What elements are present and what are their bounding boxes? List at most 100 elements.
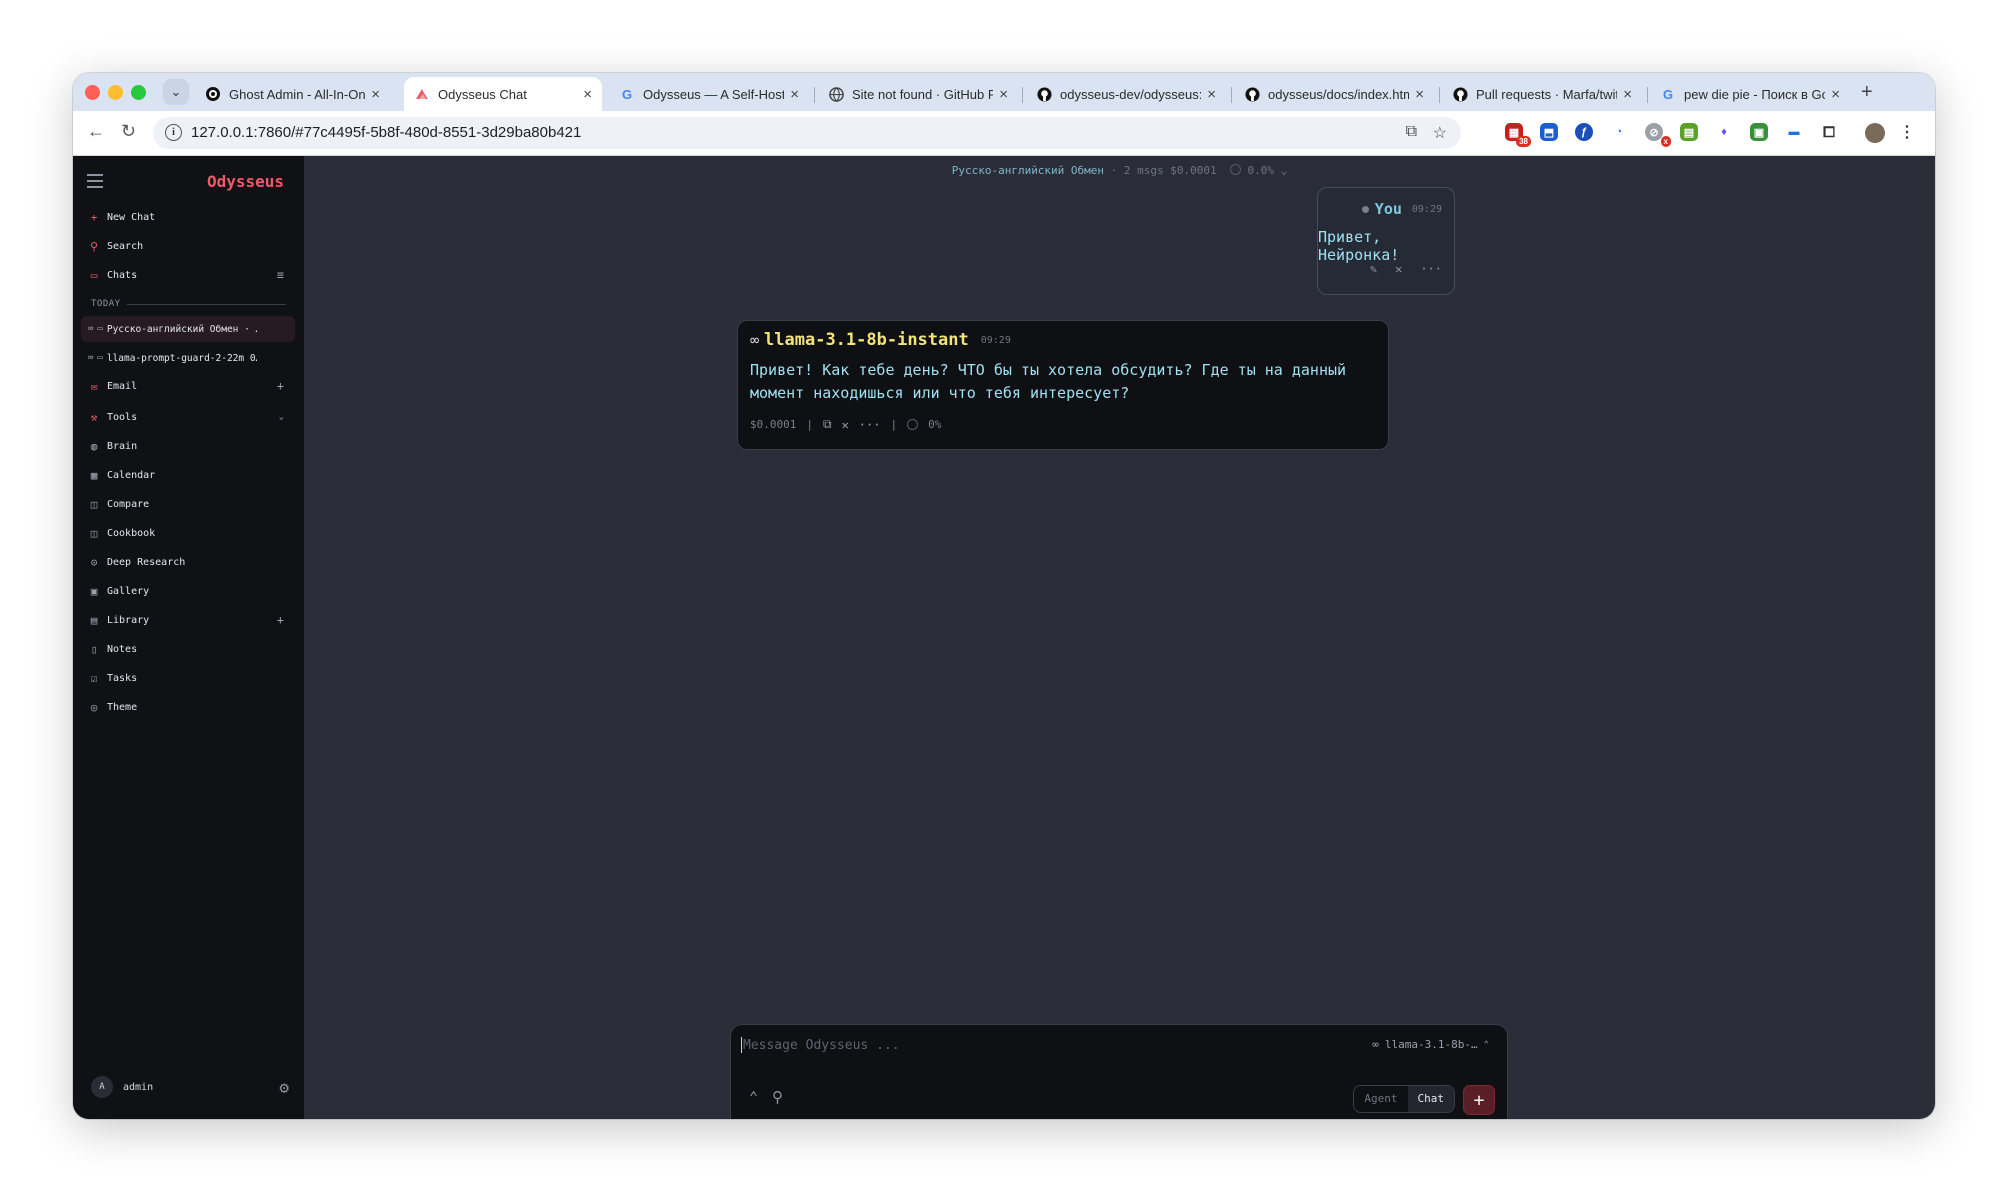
minimize-window-button[interactable] [108,85,123,100]
delete-x-icon[interactable]: ✕ [1395,262,1402,276]
extensions-puzzle-icon[interactable]: ⧠ [1820,123,1838,141]
close-icon[interactable]: × [371,86,380,103]
maximize-window-button[interactable] [131,85,146,100]
eye-extension-icon[interactable]: ◔ [1610,123,1628,141]
mode-agent-button[interactable]: Agent [1354,1086,1407,1112]
tool-item-gallery[interactable]: ▣ Gallery [88,580,290,602]
tool-item-cookbook[interactable]: ◫ Cookbook [88,522,290,544]
close-icon[interactable]: × [1207,86,1216,103]
search-icon: ⚲ [89,239,99,253]
kebab-menu-icon[interactable]: ⋮ [1898,123,1916,141]
chats-button[interactable]: ▭ Chats ≡ [88,264,290,286]
tab-github-pull-requests[interactable]: Pull requests · Marfa/twit × [1442,77,1642,111]
tool-item-compare[interactable]: ◫ Compare [88,493,290,515]
delete-x-icon[interactable]: ✕ [842,418,849,432]
google-icon: G [621,86,633,102]
message-input[interactable] [741,1033,1305,1057]
new-chat-button[interactable]: + New Chat [88,206,290,228]
tool-item-theme[interactable]: ◎ Theme [88,696,290,718]
divider: | [806,418,813,431]
blocked-extension-icon[interactable]: ⊘ x [1645,123,1671,147]
username: admin [123,1081,154,1093]
bookmark-star-icon[interactable]: ☆ [1433,123,1447,143]
profile-avatar-icon[interactable] [1865,123,1885,143]
chat-title[interactable]: Русско-английский Обмен [952,164,1104,177]
browser-window: ⌄ Ghost Admin - All-In-One × Odysseus Ch… [73,73,1935,1119]
tab-strip: ⌄ Ghost Admin - All-In-One × Odysseus Ch… [73,73,1935,111]
tab-separator [1647,87,1648,103]
tab-odysseus-chat[interactable]: Odysseus Chat × [404,77,602,111]
crystal-extension-icon[interactable]: ♦ [1715,123,1733,141]
chevron-down-icon[interactable]: ⌄ [1281,164,1288,177]
close-icon[interactable]: × [790,86,799,103]
close-icon[interactable]: × [1831,86,1840,103]
tool-item-library[interactable]: ▤ Library + [88,609,290,631]
new-tab-plus-icon[interactable]: + [1861,81,1873,104]
gear-icon[interactable]: ⚙ [279,1078,289,1097]
infinity-icon: ∞ [88,324,94,334]
add-email-plus-icon[interactable]: + [277,379,284,393]
edit-pencil-icon[interactable]: ✎ [1370,262,1377,276]
app-logo: Odysseus [206,172,284,191]
tab-search-chevron-icon[interactable]: ⌄ [163,79,189,105]
compare-icon: ◫ [90,497,98,511]
close-icon[interactable]: × [583,86,592,103]
context-percent: 0.0% [1247,164,1275,177]
tool-item-tasks[interactable]: ☑ Tasks [88,667,290,689]
tab-github-docs[interactable]: odysseus/docs/index.htm × [1234,77,1434,111]
email-button[interactable]: ✉ Email + [88,375,290,397]
chat-header: Русско-английский Обмен · 2 msgs $0.0001… [304,164,1935,177]
password-extension-icon[interactable]: ƒ [1575,123,1593,141]
more-dots-icon[interactable]: ··· [1420,262,1442,276]
model-selector[interactable]: ∞ llama-3.1-8b-… ⌃ [1372,1038,1489,1051]
tool-item-notes[interactable]: ▯ Notes [88,638,290,660]
reload-icon[interactable]: ↻ [121,121,136,142]
copy-icon[interactable]: ⧉ [823,417,832,432]
chat-list-item[interactable]: ∞ ▭ llama-prompt-guard-2-22m 0… [81,345,295,371]
tab-github-odysseus-dev[interactable]: odysseus-dev/odysseus: × [1026,77,1226,111]
search-button[interactable]: ⚲ Search [88,235,290,257]
url-text[interactable]: 127.0.0.1:7860/#77c4495f-5b8f-480d-8551-… [191,124,581,141]
chevron-down-icon[interactable]: ⌄ [279,412,284,422]
hamburger-menu-icon[interactable] [87,174,103,192]
close-icon[interactable]: × [1623,86,1632,103]
brain-icon: ◍ [90,439,98,453]
close-window-button[interactable] [85,85,100,100]
tab-google-search[interactable]: G pew die pie - Поиск в Go × [1650,77,1850,111]
chats-label: Chats [107,269,138,281]
tab-site-not-found[interactable]: Site not found · GitHub P × [818,77,1018,111]
tab-odysseus-google[interactable]: G Odysseus — A Self-Hoste × [609,77,809,111]
calendar-extension-icon[interactable]: ▦ 38 [1505,123,1531,147]
chat-title: llama-prompt-guard-2-22m 0… [106,352,257,364]
install-app-icon[interactable]: ⧉ [1406,123,1417,141]
close-icon[interactable]: × [999,86,1008,103]
chevron-up-icon[interactable]: ⌃ [749,1088,758,1106]
translate-extension-icon[interactable]: ⬒ [1540,123,1558,141]
back-arrow-icon[interactable]: ← [87,121,105,142]
sort-icon[interactable]: ≡ [277,268,284,282]
chat-list-item[interactable]: ∞ ▭ Русско-английский Обмен · … [81,316,295,342]
add-library-plus-icon[interactable]: + [277,613,284,627]
image-icon: ▣ [90,584,98,598]
tools-button[interactable]: ⚒ Tools ⌄ [88,406,290,428]
address-bar[interactable]: i 127.0.0.1:7860/#77c4495f-5b8f-480d-855… [153,117,1461,149]
tab-ghost-admin[interactable]: Ghost Admin - All-In-One × [195,77,390,111]
tool-label: Library [107,614,150,626]
extension-badge: x [1660,136,1671,147]
site-info-icon[interactable]: i [165,124,182,141]
card-extension-icon[interactable]: ▬ [1785,123,1803,141]
photo-extension-icon[interactable]: ▣ [1750,123,1768,141]
github-icon [1452,86,1468,102]
more-dots-icon[interactable]: ··· [859,418,881,432]
tool-item-deep-research[interactable]: ⊙ Deep Research [88,551,290,573]
tool-item-brain[interactable]: ◍ Brain [88,435,290,457]
message-percent: 0% [928,418,942,431]
grid-extension-icon[interactable]: ▤ [1680,123,1698,141]
tool-label: Deep Research [107,556,186,568]
tool-item-calendar[interactable]: ▦ Calendar [88,464,290,486]
close-icon[interactable]: × [1415,86,1424,103]
user-profile[interactable]: A admin ⚙ [91,1075,289,1099]
send-button[interactable]: + [1463,1085,1495,1115]
mode-chat-button[interactable]: Chat [1407,1086,1454,1112]
search-icon[interactable]: ⚲ [772,1088,783,1106]
